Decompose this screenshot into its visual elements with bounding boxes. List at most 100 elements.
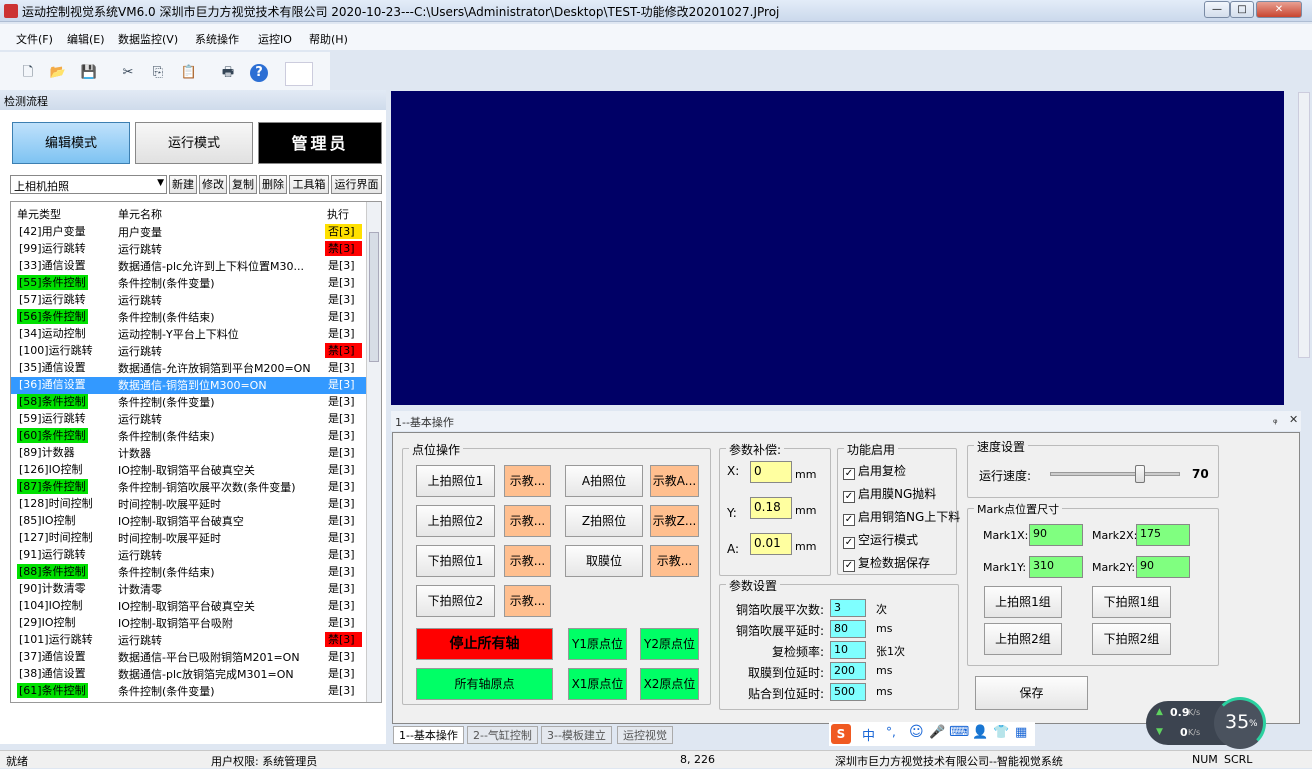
teach-film-button[interactable]: 示教... <box>650 545 699 577</box>
print-icon[interactable]: 🖶 <box>219 64 237 82</box>
list-item[interactable]: [29]IO控制 IO控制-取铜箔平台吸附 是[3] <box>11 615 367 632</box>
copy-icon[interactable]: ⎘ <box>149 64 167 82</box>
help-icon[interactable]: ? <box>250 64 268 82</box>
param-input[interactable]: 500 <box>830 683 866 701</box>
list-item[interactable]: [57]运行跳转 运行跳转 是[3] <box>11 292 367 309</box>
teach-up2-button[interactable]: 示教... <box>504 505 551 537</box>
list-item[interactable]: [33]通信设置 数据通信-plc允许到上下料位置M30... 是[3] <box>11 258 367 275</box>
net-speed-widget[interactable]: ▲ 0.9 K/s ▼ 0 K/s 35 % <box>1146 697 1266 749</box>
down-photo-pos2-button[interactable]: 下拍照位2 <box>416 585 495 617</box>
z-photo-pos-button[interactable]: Z拍照位 <box>565 505 643 537</box>
list-item[interactable]: [104]IO控制 IO控制-取铜箔平台破真空关 是[3] <box>11 598 367 615</box>
menu-motion-io[interactable]: 运控IO <box>258 31 292 47</box>
scroll-thumb[interactable] <box>369 232 379 362</box>
dry-run-checkbox[interactable]: ✓ 空运行模式 <box>843 531 918 549</box>
new-button[interactable]: 新建 <box>169 175 197 194</box>
list-item[interactable]: [127]时间控制 时间控制-吹展平延时 是[3] <box>11 530 367 547</box>
a-comp-input[interactable]: 0.01 <box>750 533 792 555</box>
menu-system[interactable]: 系统操作 <box>195 31 239 47</box>
list-item[interactable]: [87]条件控制 条件控制-铜箔吹展平次数(条件变量) 是[3] <box>11 479 367 496</box>
cut-icon[interactable]: ✂ <box>119 64 137 82</box>
list-item[interactable]: [89]计数器 计数器 是[3] <box>11 445 367 462</box>
ime-chinese-mode-icon[interactable]: 中 <box>862 725 875 744</box>
list-item[interactable]: [59]运行跳转 运行跳转 是[3] <box>11 411 367 428</box>
list-scrollbar[interactable] <box>366 202 381 702</box>
edit-mode-button[interactable]: 编辑模式 <box>12 122 130 164</box>
minimize-button[interactable]: — <box>1204 1 1230 18</box>
ime-voice-icon[interactable]: 🎤 <box>929 725 945 740</box>
ime-emoji-icon[interactable]: ☺ <box>909 724 924 740</box>
up-group2-button[interactable]: 上拍照2组 <box>984 623 1062 655</box>
unit-list[interactable]: 单元类型 单元名称 执行 [42]用户变量 用户变量 否[3] [99]运行跳转 运行跳… <box>10 201 382 703</box>
pin-icon[interactable]: ᵩ <box>1273 413 1278 426</box>
list-item[interactable]: [60]条件控制 条件控制(条件结束) 是[3] <box>11 428 367 445</box>
down-group2-button[interactable]: 下拍照2组 <box>1092 623 1171 655</box>
list-item[interactable]: [42]用户变量 用户变量 否[3] <box>11 224 367 241</box>
col-unit-type[interactable]: 单元类型 <box>17 206 61 222</box>
paste-icon[interactable]: 📋 <box>180 64 198 82</box>
mark1x-input[interactable]: 90 <box>1029 524 1083 546</box>
param-input[interactable]: 3 <box>830 599 866 617</box>
list-item[interactable]: [88]条件控制 条件控制(条件结束) 是[3] <box>11 564 367 581</box>
list-item[interactable]: [34]运动控制 运动控制-Y平台上下料位 是[3] <box>11 326 367 343</box>
mark2x-input[interactable]: 175 <box>1136 524 1190 546</box>
ime-toolbox-icon[interactable]: ▦ <box>1015 725 1027 740</box>
film-pos-button[interactable]: 取膜位 <box>565 545 643 577</box>
mark1y-input[interactable]: 310 <box>1029 556 1083 578</box>
list-item[interactable]: [101]运行跳转 运行跳转 禁[3] <box>11 632 367 649</box>
home-all-axes-button[interactable]: 所有轴原点 <box>416 668 553 700</box>
a-photo-pos-button[interactable]: A拍照位 <box>565 465 643 497</box>
down-group1-button[interactable]: 下拍照1组 <box>1092 586 1171 618</box>
tab-basic-ops[interactable]: 1--基本操作 <box>393 726 464 744</box>
teach-down1-button[interactable]: 示教... <box>504 545 551 577</box>
image-scrollbar[interactable] <box>1298 92 1310 358</box>
list-item[interactable]: [38]通信设置 数据通信-plc放铜箔完成M301=ON 是[3] <box>11 666 367 683</box>
x2-home-button[interactable]: X2原点位 <box>640 668 699 700</box>
camera-select[interactable]: 上相机拍照 ▼ <box>10 175 167 194</box>
menu-file[interactable]: 文件(F) <box>16 31 53 47</box>
save-icon[interactable]: 💾 <box>80 64 98 82</box>
ime-logo-icon[interactable]: S <box>831 724 851 744</box>
list-item[interactable]: [128]时间控制 时间控制-吹展平延时 是[3] <box>11 496 367 513</box>
mark2y-input[interactable]: 90 <box>1136 556 1190 578</box>
tab-motion-vision[interactable]: 运控视觉 <box>617 726 673 744</box>
modify-button[interactable]: 修改 <box>199 175 227 194</box>
menu-data-monitor[interactable]: 数据监控(V) <box>118 31 178 47</box>
list-item[interactable]: [58]条件控制 条件控制(条件变量) 是[3] <box>11 394 367 411</box>
teach-z-button[interactable]: 示教Z... <box>650 505 699 537</box>
save-recheck-data-checkbox[interactable]: ✓ 复检数据保存 <box>843 554 930 572</box>
speed-slider[interactable] <box>1050 465 1180 483</box>
menu-help[interactable]: 帮助(H) <box>309 31 348 47</box>
list-item[interactable]: [56]条件控制 条件控制(条件结束) 是[3] <box>11 309 367 326</box>
list-item[interactable]: [85]IO控制 IO控制-取铜箔平台破真空 是[3] <box>11 513 367 530</box>
y2-home-button[interactable]: Y2原点位 <box>640 628 699 660</box>
enable-film-ng-checkbox[interactable]: ✓ 启用膜NG抛料 <box>843 485 936 503</box>
list-item[interactable]: [126]IO控制 IO控制-取铜箔平台破真空关 是[3] <box>11 462 367 479</box>
menu-edit[interactable]: 编辑(E) <box>67 31 105 47</box>
ime-user-icon[interactable]: 👤 <box>972 725 988 740</box>
col-exec[interactable]: 执行 <box>327 206 349 222</box>
y-comp-input[interactable]: 0.18 <box>750 497 792 519</box>
list-item[interactable]: [91]运行跳转 运行跳转 是[3] <box>11 547 367 564</box>
run-mode-button[interactable]: 运行模式 <box>135 122 253 164</box>
new-icon[interactable]: 🗋 <box>19 64 37 82</box>
up-group1-button[interactable]: 上拍照1组 <box>984 586 1062 618</box>
ime-skin-icon[interactable]: 👕 <box>993 725 1009 740</box>
close-panel-icon[interactable]: ✕ <box>1289 413 1298 426</box>
ime-punctuation-icon[interactable]: °, <box>886 725 896 739</box>
tab-cylinder-control[interactable]: 2--气缸控制 <box>467 726 538 744</box>
open-icon[interactable]: 📂 <box>49 64 67 82</box>
list-item[interactable]: [99]运行跳转 运行跳转 禁[3] <box>11 241 367 258</box>
enable-recheck-checkbox[interactable]: ✓ 启用复检 <box>843 462 906 480</box>
x1-home-button[interactable]: X1原点位 <box>568 668 627 700</box>
toolbox-button[interactable]: 工具箱 <box>289 175 329 194</box>
param-input[interactable]: 80 <box>830 620 866 638</box>
x-comp-input[interactable]: 0 <box>750 461 792 483</box>
maximize-button[interactable]: □ <box>1230 1 1254 18</box>
stop-all-axes-button[interactable]: 停止所有轴 <box>416 628 553 660</box>
list-item[interactable]: [35]通信设置 数据通信-允许放铜箔到平台M200=ON 是[3] <box>11 360 367 377</box>
param-input[interactable]: 10 <box>830 641 866 659</box>
teach-down2-button[interactable]: 示教... <box>504 585 551 617</box>
image-display[interactable] <box>391 91 1284 405</box>
y1-home-button[interactable]: Y1原点位 <box>568 628 627 660</box>
